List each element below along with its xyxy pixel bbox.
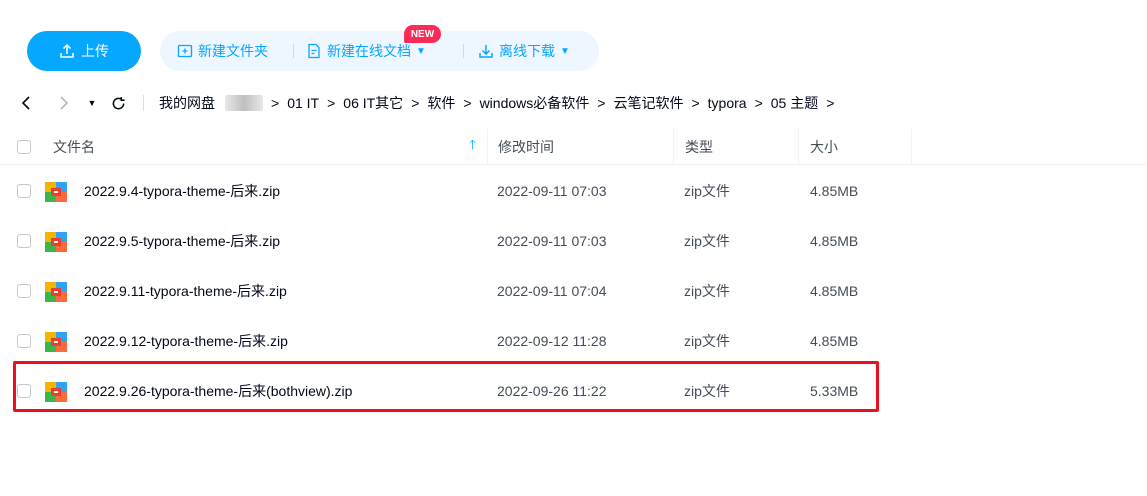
file-name[interactable]: 2022.9.5-typora-theme-后来.zip xyxy=(84,216,280,266)
offline-download-button[interactable]: 离线下载 ▼ xyxy=(478,31,570,71)
table-row[interactable]: 2022.9.11-typora-theme-后来.zip 2022-09-11… xyxy=(0,266,1147,316)
column-modified-header[interactable]: 修改时间 xyxy=(498,129,554,165)
breadcrumb-item[interactable]: 01 IT xyxy=(287,95,319,111)
upload-label: 上传 xyxy=(81,43,109,59)
upload-button[interactable]: 上传 xyxy=(27,31,141,71)
row-checkbox[interactable] xyxy=(17,234,31,248)
row-checkbox[interactable] xyxy=(17,184,31,198)
file-type: zip文件 xyxy=(684,183,730,199)
forward-button[interactable] xyxy=(54,91,74,115)
breadcrumb-separator: > xyxy=(327,95,336,111)
breadcrumb-separator: > xyxy=(826,95,835,111)
new-folder-button[interactable]: 新建文件夹 xyxy=(177,31,268,71)
column-divider xyxy=(673,129,674,165)
chevron-down-icon: ▼ xyxy=(560,45,570,57)
file-modified: 2022-09-11 07:03 xyxy=(497,183,607,199)
folder-plus-icon xyxy=(177,44,193,58)
zip-file-icon xyxy=(45,182,67,202)
column-divider xyxy=(487,129,488,165)
row-checkbox[interactable] xyxy=(17,334,31,348)
sort-ascending-icon[interactable]: 🡑 xyxy=(469,129,476,165)
table-row[interactable]: 2022.9.5-typora-theme-后来.zip 2022-09-11 … xyxy=(0,216,1147,266)
column-name-header[interactable]: 文件名 xyxy=(53,129,95,165)
file-modified: 2022-09-11 07:03 xyxy=(497,233,607,249)
chevron-down-icon: ▼ xyxy=(416,45,426,57)
breadcrumb-item[interactable]: 云笔记软件 xyxy=(613,93,683,113)
new-badge: NEW xyxy=(404,25,441,43)
breadcrumb-separator: > xyxy=(597,95,606,111)
history-dropdown-icon[interactable]: ▼ xyxy=(86,91,98,115)
row-checkbox[interactable] xyxy=(17,284,31,298)
offline-download-label: 离线下载 xyxy=(499,43,555,59)
breadcrumb-item[interactable]: 软件 xyxy=(427,93,455,113)
column-name-label: 文件名 xyxy=(53,139,95,155)
table-row[interactable]: 2022.9.12-typora-theme-后来.zip 2022-09-12… xyxy=(0,316,1147,366)
file-table-header: 文件名 🡑 修改时间 类型 大小 xyxy=(0,129,1147,165)
redacted-segment xyxy=(225,95,263,111)
file-size: 4.85MB xyxy=(810,333,859,349)
refresh-icon xyxy=(112,96,125,109)
toolbar-separator xyxy=(293,44,294,58)
upload-icon xyxy=(60,43,74,58)
breadcrumb-item[interactable]: 06 IT其它 xyxy=(343,93,403,113)
breadcrumb-item-current[interactable]: 05 主题 xyxy=(771,93,818,113)
column-size-label: 大小 xyxy=(810,139,838,155)
breadcrumb-separator: > xyxy=(271,95,280,111)
select-all-checkbox[interactable] xyxy=(17,140,31,154)
breadcrumb-root[interactable]: 我的网盘 xyxy=(159,93,215,113)
column-type-label: 类型 xyxy=(685,139,713,155)
zip-file-icon xyxy=(45,332,67,352)
breadcrumb-separator: > xyxy=(691,95,700,111)
nav-divider xyxy=(143,95,144,111)
breadcrumb: 我的网盘 > 01 IT > 06 IT其它 > 软件 > windows必备软… xyxy=(159,93,842,113)
column-size-header[interactable]: 大小 xyxy=(810,129,838,165)
file-name[interactable]: 2022.9.11-typora-theme-后来.zip xyxy=(84,266,287,316)
file-type: zip文件 xyxy=(684,283,730,299)
path-navigation: ▼ 我的网盘 > 01 IT > 06 IT其它 > 软件 > windows必… xyxy=(0,88,1147,118)
document-icon xyxy=(308,43,320,59)
chevron-right-icon xyxy=(60,96,69,110)
file-name[interactable]: 2022.9.4-typora-theme-后来.zip xyxy=(84,166,280,216)
file-modified: 2022-09-11 07:04 xyxy=(497,283,607,299)
file-size: 4.85MB xyxy=(810,283,859,299)
file-name[interactable]: 2022.9.12-typora-theme-后来.zip xyxy=(84,316,288,366)
new-folder-label: 新建文件夹 xyxy=(198,43,268,59)
breadcrumb-item[interactable]: typora xyxy=(708,95,747,111)
column-type-header[interactable]: 类型 xyxy=(685,129,713,165)
download-icon xyxy=(479,45,493,58)
breadcrumb-separator: > xyxy=(411,95,420,111)
chevron-left-icon xyxy=(21,96,30,110)
column-modified-label: 修改时间 xyxy=(498,139,554,155)
zip-file-icon xyxy=(45,282,67,302)
highlight-annotation-box xyxy=(13,361,879,412)
file-type: zip文件 xyxy=(684,233,730,249)
file-modified: 2022-09-12 11:28 xyxy=(497,333,607,349)
breadcrumb-separator: > xyxy=(463,95,472,111)
toolbar: 上传 新建文件夹 新建在线文档 ▼ 离线下载 ▼ NEW xyxy=(0,0,1147,72)
file-size: 4.85MB xyxy=(810,183,859,199)
file-size: 4.85MB xyxy=(810,233,859,249)
column-divider xyxy=(798,129,799,165)
breadcrumb-separator: > xyxy=(754,95,763,111)
refresh-button[interactable] xyxy=(108,91,128,115)
new-online-doc-label: 新建在线文档 xyxy=(327,43,411,59)
action-group: 新建文件夹 新建在线文档 ▼ 离线下载 ▼ xyxy=(160,31,599,71)
table-row[interactable]: 2022.9.4-typora-theme-后来.zip 2022-09-11 … xyxy=(0,166,1147,216)
file-type: zip文件 xyxy=(684,333,730,349)
toolbar-separator xyxy=(463,44,464,58)
back-button[interactable] xyxy=(16,91,36,115)
zip-file-icon xyxy=(45,232,67,252)
column-divider xyxy=(911,129,912,165)
breadcrumb-item[interactable]: windows必备软件 xyxy=(480,93,590,113)
